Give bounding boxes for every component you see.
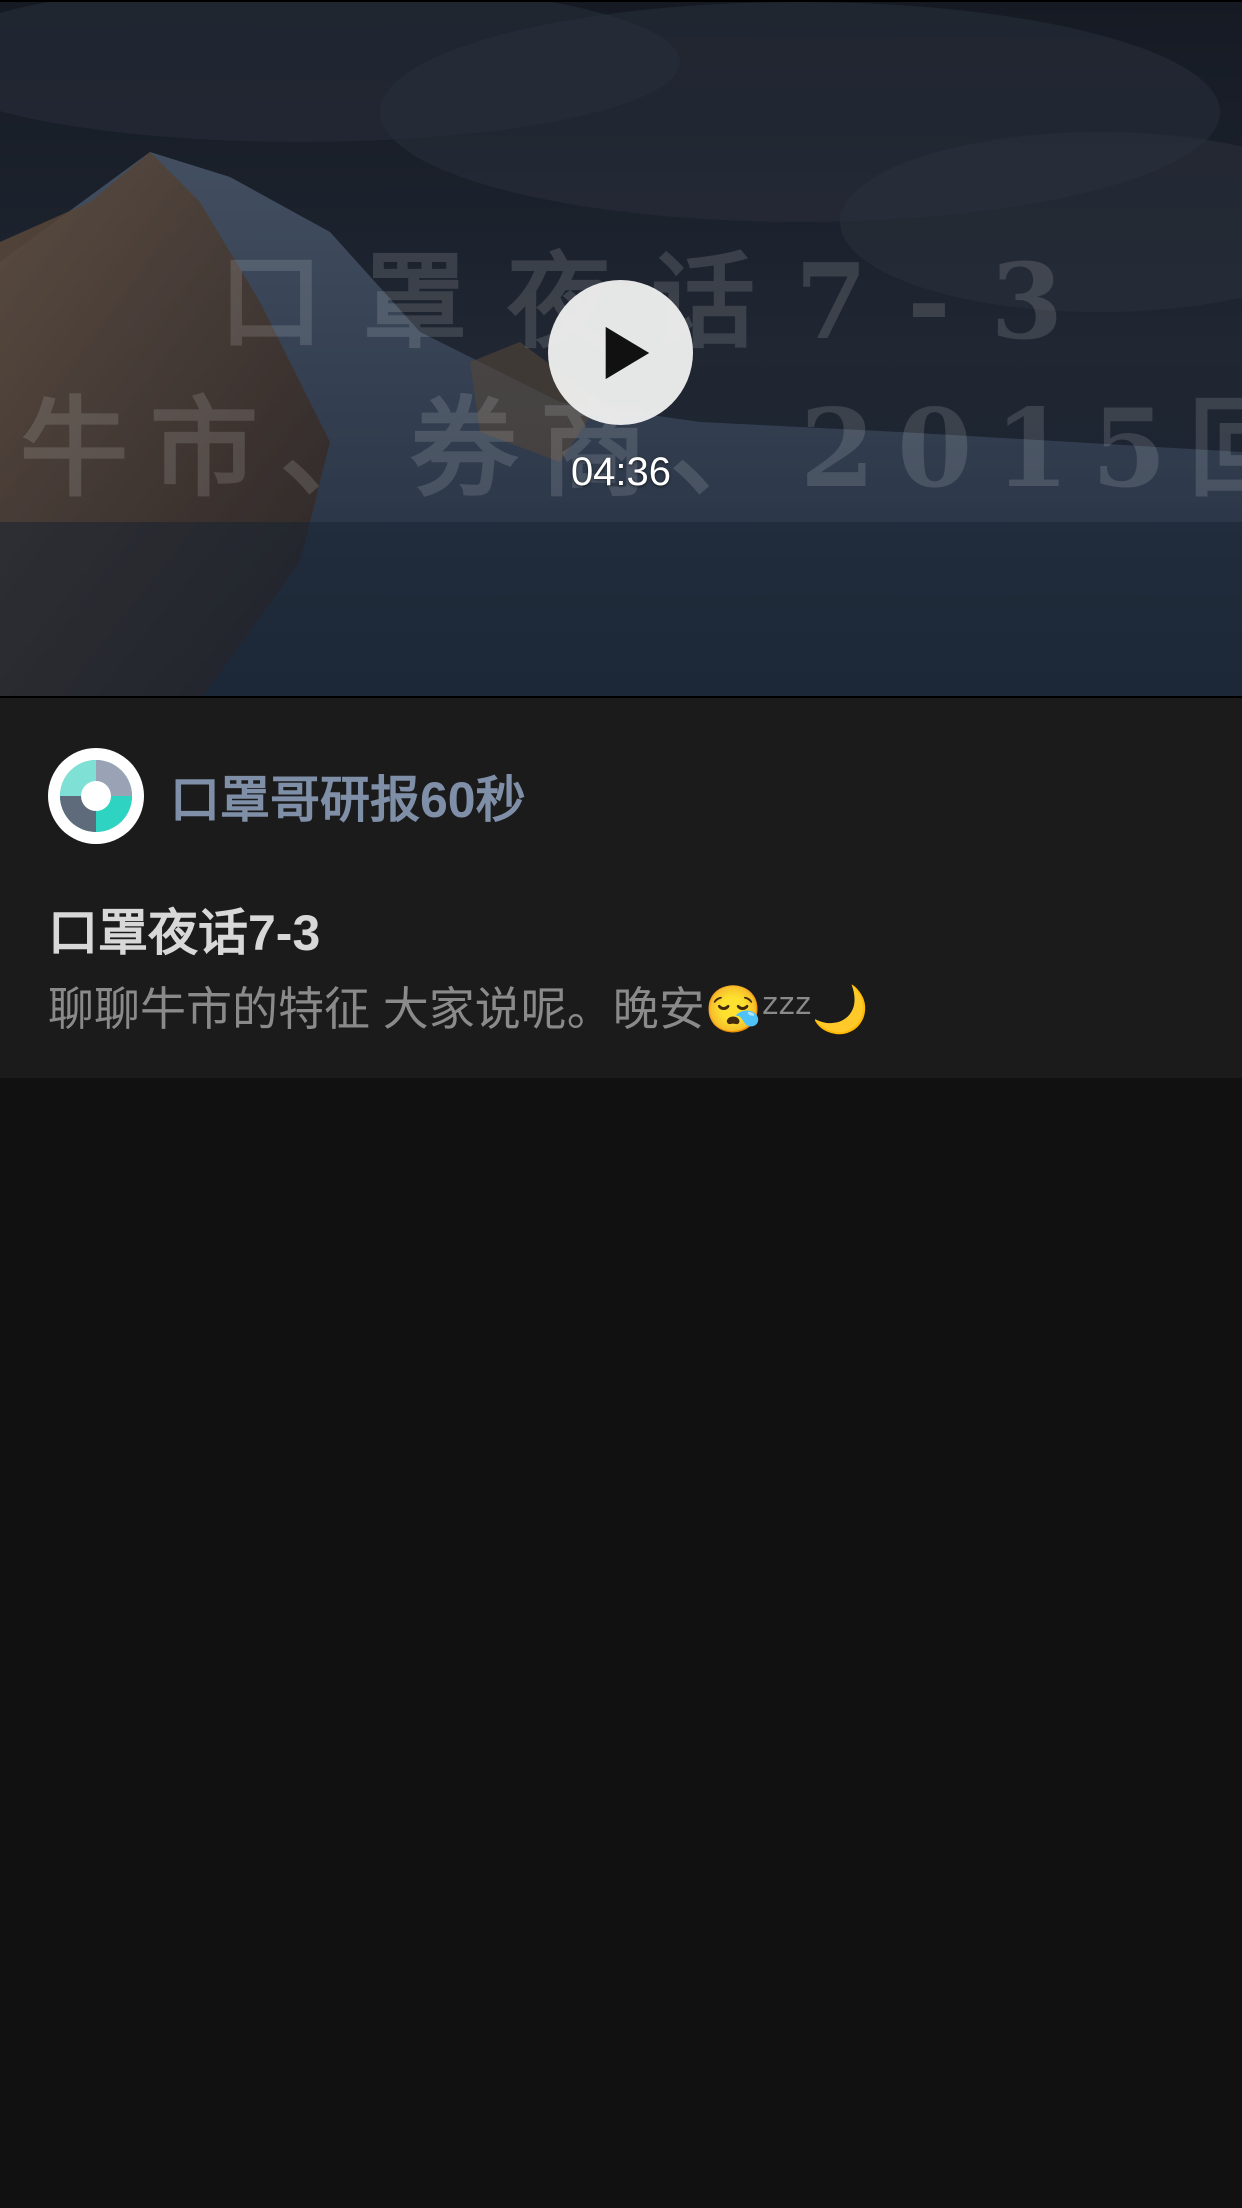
post-description: 聊聊牛市的特征 大家说呢。晚安😪ᶻᶻᶻ🌙 xyxy=(48,983,869,1035)
post-info-card: 口罩哥研报60秒 口罩夜话7-3 聊聊牛市的特征 大家说呢。晚安😪ᶻᶻᶻ🌙 xyxy=(0,698,1242,1078)
post-title: 口罩夜话7-3 xyxy=(48,905,321,961)
video-player[interactable]: 口罩夜话7-3 牛市、券商、2015回忆 04:36 xyxy=(0,0,1242,698)
page: 口罩夜话7-3 牛市、券商、2015回忆 04:36 口罩哥研报60秒 xyxy=(0,0,1242,2208)
play-button[interactable] xyxy=(548,280,693,425)
play-icon xyxy=(605,326,649,379)
author-avatar[interactable] xyxy=(48,748,144,844)
aperture-avatar-icon xyxy=(60,760,132,832)
author-name[interactable]: 口罩哥研报60秒 xyxy=(170,760,526,832)
author-row[interactable]: 口罩哥研报60秒 xyxy=(48,748,526,844)
video-duration: 04:36 xyxy=(570,450,672,494)
